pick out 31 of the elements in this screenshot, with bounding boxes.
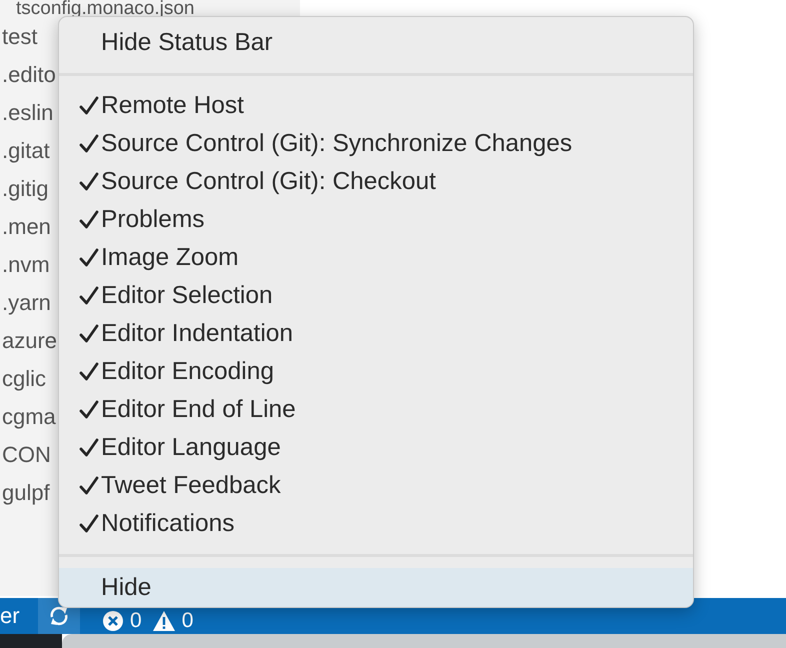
checkmark-icon <box>79 172 99 192</box>
checkmark-icon <box>79 248 99 268</box>
menu-item[interactable]: Source Control (Git): Synchronize Changes <box>59 125 693 163</box>
menu-item[interactable]: Source Control (Git): Checkout <box>59 163 693 201</box>
sync-icon <box>48 605 70 627</box>
menu-item[interactable]: Remote Host <box>59 87 693 125</box>
checkmark-icon <box>79 476 99 496</box>
checkmark-icon <box>79 96 99 116</box>
checkmark-icon <box>79 438 99 458</box>
menu-item[interactable]: Image Zoom <box>59 239 693 277</box>
menu-item[interactable]: Hide Status Bar <box>59 24 693 62</box>
checkmark-icon <box>79 362 99 382</box>
checkmark-icon <box>79 514 99 534</box>
menu-item[interactable]: Hide <box>59 568 693 607</box>
menu-item[interactable]: Editor Language <box>59 429 693 467</box>
menu-item[interactable]: Tweet Feedback <box>59 467 693 505</box>
file-item[interactable]: tsconfig.monaco.json <box>0 0 300 18</box>
menu-item[interactable]: Editor Encoding <box>59 353 693 391</box>
checkmark-icon <box>79 324 99 344</box>
menu-item[interactable]: Problems <box>59 201 693 239</box>
checkmark-icon <box>79 134 99 154</box>
checkmark-icon <box>79 210 99 230</box>
menu-item[interactable]: Notifications <box>59 505 693 543</box>
menu-item[interactable]: Editor Indentation <box>59 315 693 353</box>
warning-icon <box>152 610 176 632</box>
status-text[interactable]: er <box>0 598 38 634</box>
checkmark-icon <box>79 400 99 420</box>
menu-item[interactable]: Editor Selection <box>59 277 693 315</box>
checkmark-icon <box>79 286 99 306</box>
menu-item[interactable]: Editor End of Line <box>59 391 693 429</box>
error-icon <box>102 610 124 632</box>
